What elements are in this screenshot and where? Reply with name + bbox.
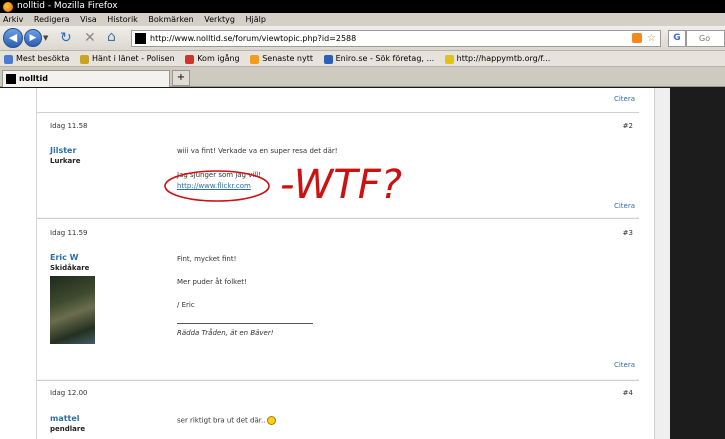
post-number[interactable]: #4 <box>623 389 633 397</box>
firefox-icon <box>3 1 13 12</box>
tab-label: nolltid <box>19 74 48 83</box>
back-arrow-icon: ◀ <box>8 31 18 44</box>
avatar <box>50 276 95 344</box>
search-engine-icon[interactable]: G <box>668 30 686 47</box>
tab-nolltid[interactable]: nolltid <box>2 70 170 87</box>
forum-post: Idag 12.00 #4 mattel pendlare ser riktig… <box>37 380 639 439</box>
bookmark-label: http://happymtb.org/f... <box>456 54 551 63</box>
signature-divider <box>177 323 313 324</box>
bookmark-label: Mest besökta <box>16 54 70 63</box>
smiley-icon <box>267 416 277 425</box>
bookmark-eniro[interactable]: Eniro.se - Sök företag, ... <box>323 51 435 66</box>
bookmark-label: Hänt i länet - Polisen <box>91 54 175 63</box>
forum-post: Citera <box>37 88 639 112</box>
page-content: Citera Idag 11.58 #2 Jilster Lurkare wii… <box>0 88 725 439</box>
url-text: http://www.nolltid.se/forum/viewtopic.ph… <box>150 34 357 43</box>
site-favicon-icon <box>6 74 16 84</box>
bookmark-label: Senaste nytt <box>262 54 314 63</box>
window-titlebar: nolltid - Mozilla Firefox <box>0 0 725 13</box>
url-bar[interactable]: http://www.nolltid.se/forum/viewtopic.ph… <box>131 30 661 47</box>
menu-historik[interactable]: Historik <box>107 15 138 24</box>
author-rank: pendlare <box>50 425 86 433</box>
post-text: Mer puder åt folket! <box>177 278 247 286</box>
navigation-toolbar: ◀ ▶ ▼ ↻ ✕ ⌂ http://www.nolltid.se/forum/… <box>0 26 725 51</box>
post-text-content: ser riktigt bra ut det där.. <box>177 416 266 425</box>
bookmarks-toolbar: Mest besökta Hänt i länet - Polisen Kom … <box>0 51 725 67</box>
signature-link[interactable]: http://www.flickr.com <box>177 182 251 190</box>
search-input[interactable]: Go <box>686 30 725 47</box>
forum-post: Idag 11.58 #2 Jilster Lurkare wiii va fi… <box>37 112 639 217</box>
history-dropdown-icon[interactable]: ▼ <box>43 34 48 42</box>
post-text: Fint, mycket fint! <box>177 255 237 263</box>
menu-bokmarken[interactable]: Bokmärken <box>148 15 193 24</box>
post-date: Idag 11.59 <box>50 229 88 237</box>
forum-topic: Citera Idag 11.58 #2 Jilster Lurkare wii… <box>36 88 639 439</box>
author-rank: Skidåkare <box>50 264 90 272</box>
menu-bar: Arkiv Redigera Visa Historik Bokmärken V… <box>0 13 725 26</box>
bookmark-icon <box>4 54 13 64</box>
plus-icon: + <box>176 72 186 83</box>
signature-text: Jag sjunger som jag vill! <box>177 171 261 179</box>
search-engine-label: Go <box>699 34 711 43</box>
bookmark-star-icon[interactable]: ☆ <box>647 31 656 46</box>
bookmark-mest-besokta[interactable]: Mest besökta <box>4 51 70 66</box>
rss-feed-icon <box>250 54 260 64</box>
back-button[interactable]: ◀ <box>3 28 23 48</box>
site-favicon-icon <box>135 33 146 44</box>
bookmark-kom-igang[interactable]: Kom igång <box>185 51 240 66</box>
bookmark-senaste-nytt[interactable]: Senaste nytt <box>250 51 314 66</box>
bookmark-label: Kom igång <box>197 54 240 63</box>
bookmark-icon <box>79 54 89 64</box>
author-rank: Lurkare <box>50 157 81 165</box>
menu-redigera[interactable]: Redigera <box>34 15 70 24</box>
home-icon[interactable]: ⌂ <box>107 29 116 45</box>
post-number[interactable]: #2 <box>623 122 633 130</box>
bookmark-icon <box>444 54 454 64</box>
scrollbar[interactable] <box>654 88 670 439</box>
post-date: Idag 12.00 <box>50 389 88 397</box>
bookmark-polisen[interactable]: Hänt i länet - Polisen <box>79 51 175 66</box>
menu-visa[interactable]: Visa <box>80 15 97 24</box>
quote-link[interactable]: Citera <box>614 361 635 369</box>
post-text: ser riktigt bra ut det där.. <box>177 416 277 425</box>
bookmark-icon <box>323 54 333 64</box>
post-author[interactable]: Jilster <box>50 146 76 155</box>
post-number[interactable]: #3 <box>623 229 633 237</box>
reload-icon[interactable]: ↻ <box>60 30 72 46</box>
forward-arrow-icon: ▶ <box>29 33 37 43</box>
forward-button[interactable]: ▶ <box>24 29 42 47</box>
bookmark-label: Eniro.se - Sök företag, ... <box>335 54 435 63</box>
stop-icon[interactable]: ✕ <box>84 30 96 46</box>
tab-strip: nolltid + <box>0 67 725 87</box>
page-background-right <box>670 88 725 439</box>
menu-hjalp[interactable]: Hjälp <box>245 15 265 24</box>
post-date: Idag 11.58 <box>50 122 88 130</box>
new-tab-button[interactable]: + <box>172 70 190 86</box>
quote-link[interactable]: Citera <box>614 95 635 103</box>
menu-verktyg[interactable]: Verktyg <box>204 15 235 24</box>
forum-post: Idag 11.59 #3 Eric W Skidåkare Fint, myc… <box>37 218 639 379</box>
bookmark-happymtb[interactable]: http://happymtb.org/f... <box>444 51 551 66</box>
post-author[interactable]: Eric W <box>50 253 79 262</box>
post-text: wiii va fint! Verkade va en super resa d… <box>177 147 338 155</box>
rss-feed-icon[interactable] <box>632 33 642 43</box>
window-title: nolltid - Mozilla Firefox <box>17 1 118 11</box>
bookmark-icon <box>185 54 195 64</box>
menu-arkiv[interactable]: Arkiv <box>3 15 23 24</box>
post-author[interactable]: mattel <box>50 414 80 423</box>
post-text: / Eric <box>177 301 195 309</box>
signature-text: Rädda Tråden, ät en Bäver! <box>177 329 274 337</box>
quote-link[interactable]: Citera <box>614 202 635 210</box>
